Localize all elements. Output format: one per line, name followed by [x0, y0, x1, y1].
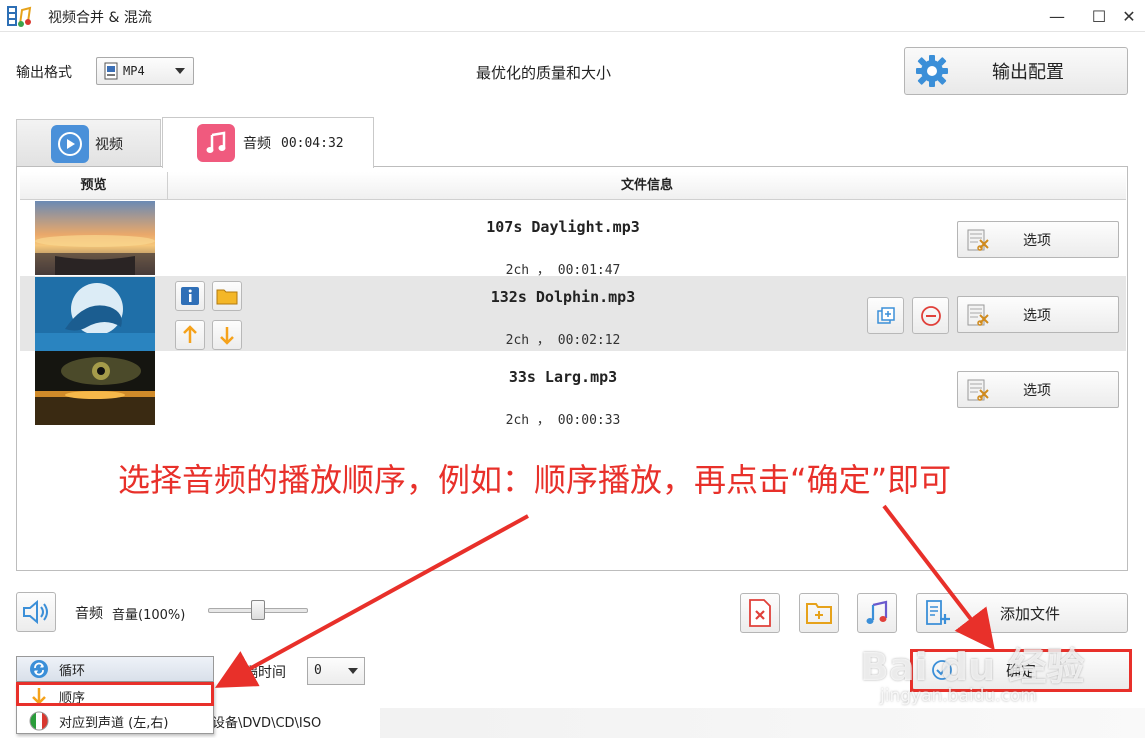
music-icon — [197, 124, 235, 162]
arrow-to-dropdown — [214, 514, 529, 688]
watermark-url: jingyan.baidu.com — [880, 686, 1037, 706]
tab-audio-label: 音频 — [243, 136, 271, 152]
tab-audio-duration: 00:04:32 — [281, 135, 344, 151]
tab-audio[interactable]: 音频 00:04:32 — [162, 117, 374, 168]
arrow-to-confirm — [882, 504, 995, 651]
annotation-arrows — [214, 504, 995, 688]
watermark-logo: Bai du 经验 — [860, 645, 1085, 689]
